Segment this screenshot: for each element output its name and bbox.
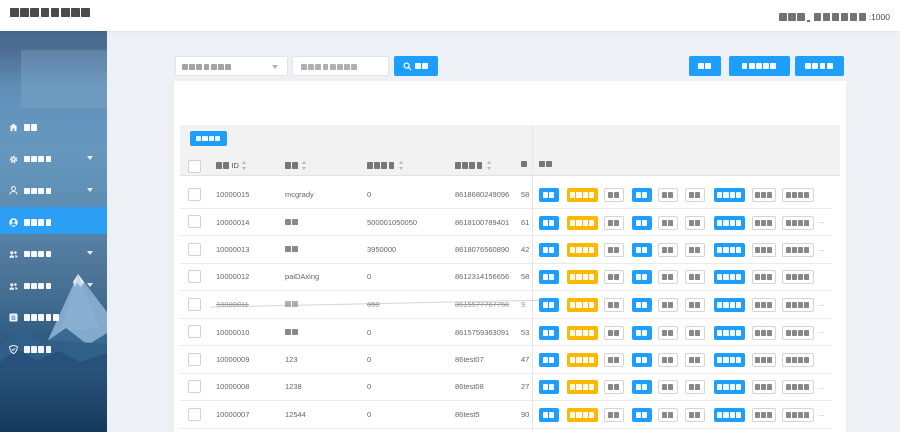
svg-text:B: B xyxy=(11,315,16,322)
